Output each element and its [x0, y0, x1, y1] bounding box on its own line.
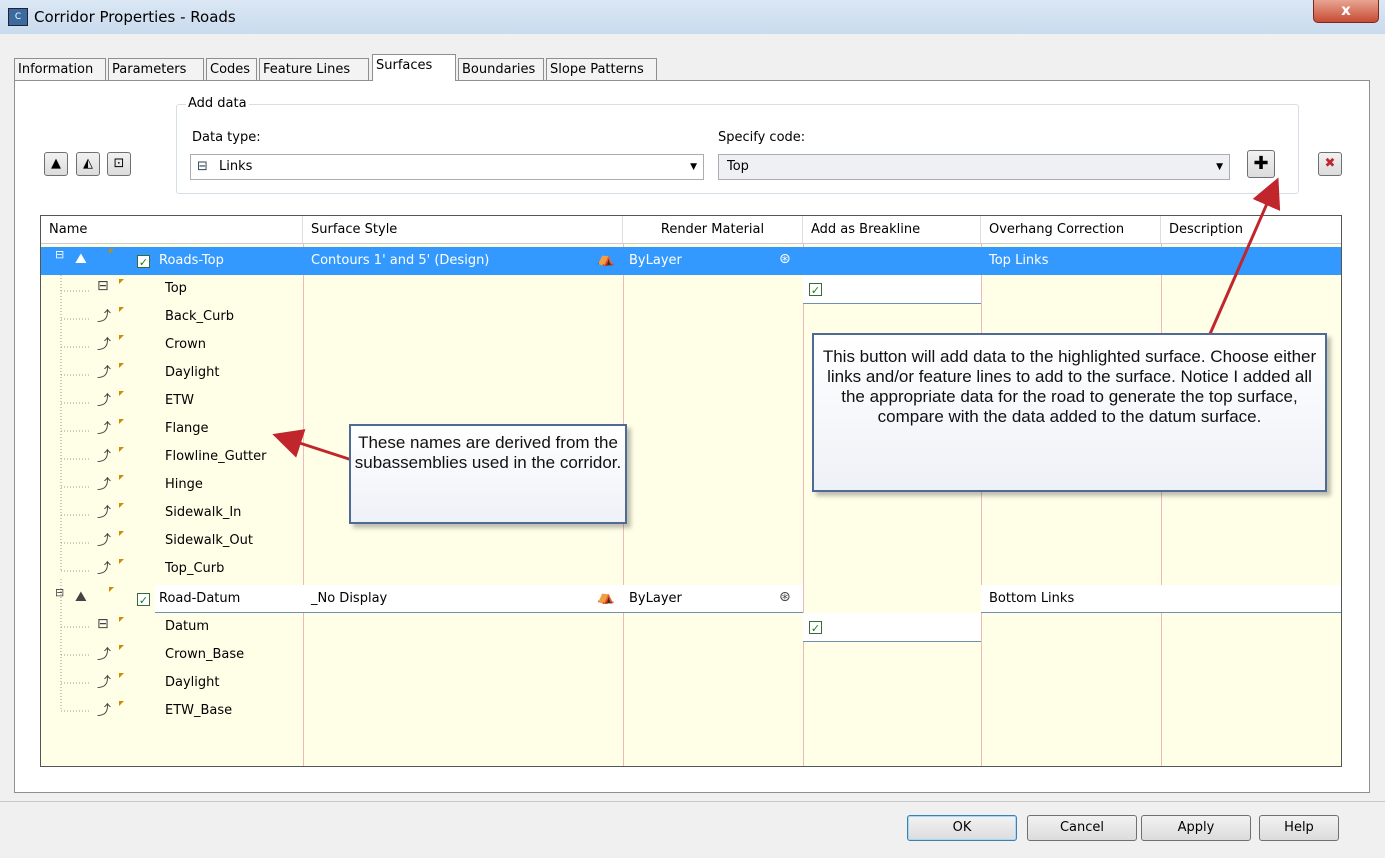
tab-surfaces[interactable]: Surfaces	[372, 54, 456, 81]
cancel-button[interactable]: Cancel	[1027, 815, 1137, 841]
help-button[interactable]: Help	[1259, 815, 1339, 841]
callout-subassembly-names: These names are derived from the subasse…	[349, 424, 627, 524]
corridor-properties-dialog: C Corridor Properties - Roads x Informat…	[0, 0, 1385, 858]
callout-add-data-button: This button will add data to the highlig…	[812, 333, 1327, 492]
ok-button[interactable]: OK	[907, 815, 1017, 841]
apply-button[interactable]: Apply	[1141, 815, 1251, 841]
